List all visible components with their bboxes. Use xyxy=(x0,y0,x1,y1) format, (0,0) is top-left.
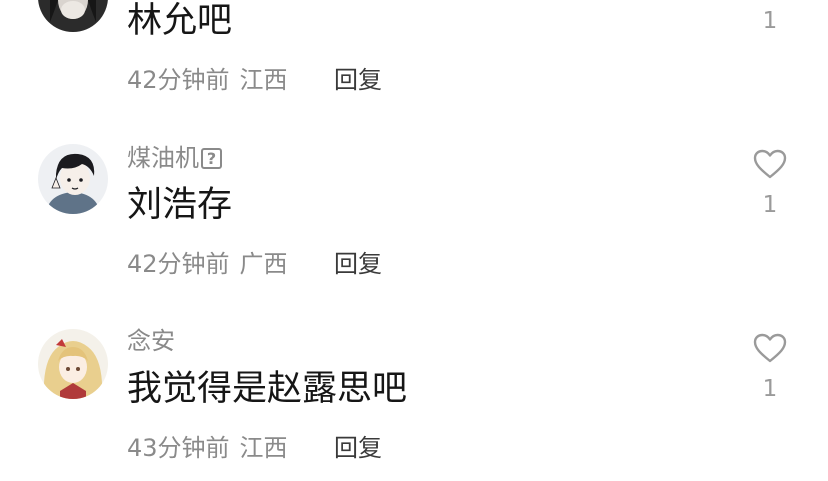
username[interactable]: 念安 xyxy=(127,327,175,355)
comment-text: 我觉得是赵露思吧 xyxy=(127,369,408,409)
comment-location: 江西 xyxy=(239,66,288,94)
like-count: 1 xyxy=(762,192,778,218)
comment-meta: 43分钟前 江西 xyxy=(127,434,288,462)
username[interactable]: 煤油机 ? xyxy=(127,144,222,172)
avatar[interactable] xyxy=(38,144,108,214)
comment-location: 广西 xyxy=(239,250,288,278)
comment-time: 42分钟前 xyxy=(127,250,230,278)
comment-time: 42分钟前 xyxy=(127,66,230,94)
comment-time: 43分钟前 xyxy=(127,434,230,462)
comment-meta: 42分钟前 江西 xyxy=(127,66,288,94)
reply-button[interactable]: 回复 xyxy=(334,250,382,278)
avatar[interactable] xyxy=(38,0,108,32)
username-text: 念安 xyxy=(127,327,175,355)
like-count: 1 xyxy=(762,376,778,402)
comment-text: 林允吧 xyxy=(127,1,233,41)
heart-outline-icon[interactable] xyxy=(752,332,788,364)
comment-list: 林允吧 42分钟前 江西 回复 1 煤油机 ? 刘浩存 42分钟前广西 回复 1… xyxy=(0,0,828,481)
comment-item: 林允吧 42分钟前 江西 回复 1 xyxy=(0,0,828,110)
reply-button[interactable]: 回复 xyxy=(334,66,382,94)
comment-location: 江西 xyxy=(239,434,288,462)
comment-item: 念安 我觉得是赵露思吧 43分钟前 江西 回复 1 xyxy=(0,315,828,481)
comment-text: 刘浩存 xyxy=(127,185,233,225)
comment-item: 煤油机 ? 刘浩存 42分钟前 广西 回复 1 xyxy=(0,130,828,300)
heart-outline-icon[interactable] xyxy=(752,148,788,180)
comment-meta: 42分钟前 广西 xyxy=(127,250,288,278)
avatar[interactable] xyxy=(38,329,108,399)
question-square-icon: ? xyxy=(201,147,222,169)
reply-button[interactable]: 回复 xyxy=(334,434,382,462)
like-count: 1 xyxy=(762,8,778,34)
username-text: 煤油机 xyxy=(127,144,199,172)
